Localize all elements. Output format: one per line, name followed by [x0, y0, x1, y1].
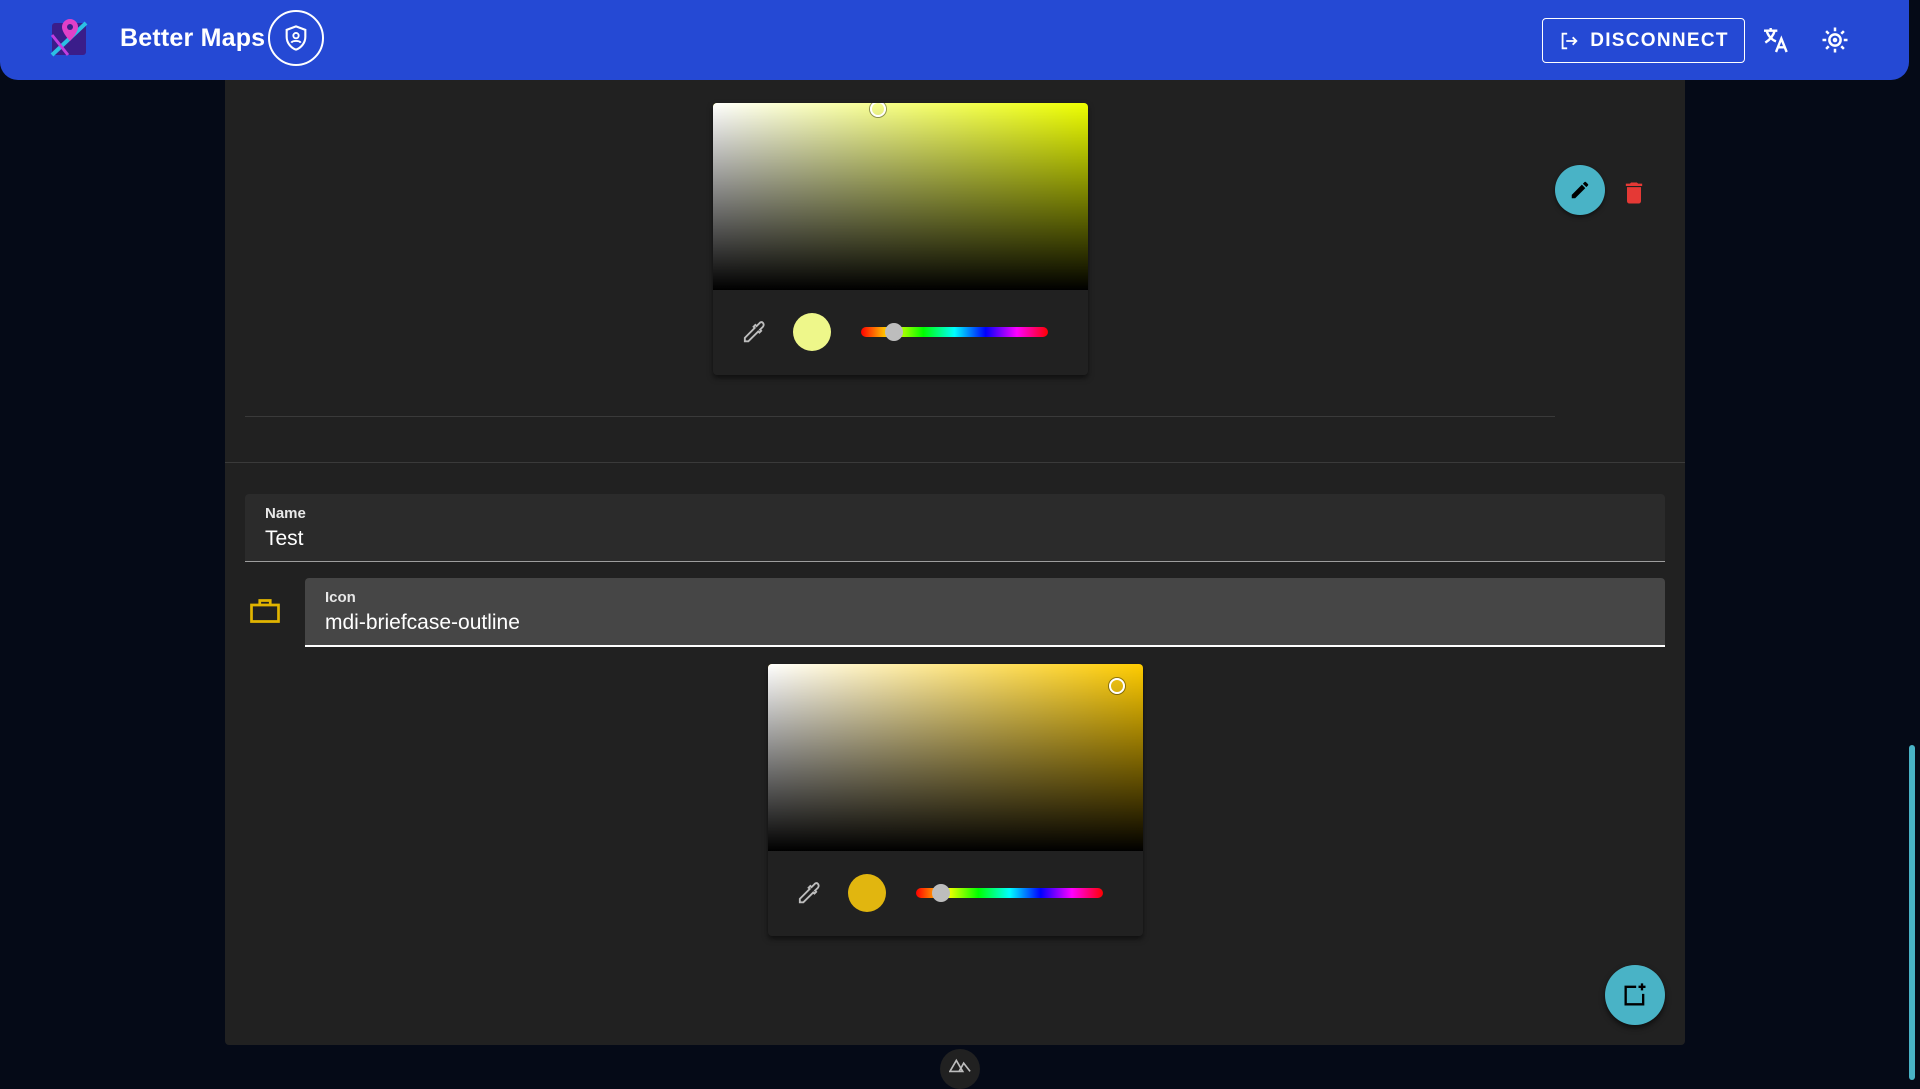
app-logo-icon[interactable]	[48, 15, 92, 59]
color-picker	[768, 664, 1143, 936]
icon-field[interactable]: Icon mdi-briefcase-outline	[305, 578, 1665, 647]
logout-icon	[1561, 32, 1578, 49]
color-swatch	[848, 874, 886, 912]
nuxt-devtools-button[interactable]	[940, 1049, 980, 1089]
disconnect-label: DISCONNECT	[1590, 29, 1729, 51]
color-swatch	[793, 313, 831, 351]
pencil-icon	[1571, 181, 1589, 199]
hue-slider-thumb[interactable]	[931, 884, 950, 902]
icon-field-value[interactable]: mdi-briefcase-outline	[325, 611, 520, 635]
color-canvas[interactable]	[713, 103, 1088, 290]
color-canvas-cursor[interactable]	[870, 103, 886, 117]
hue-slider[interactable]	[861, 323, 1048, 341]
trash-icon[interactable]	[1620, 178, 1648, 208]
app-bar: Better Maps DISCONNECT	[0, 0, 1909, 80]
color-canvas[interactable]	[768, 664, 1143, 851]
nuxt-icon	[949, 1058, 971, 1073]
hue-slider[interactable]	[916, 884, 1103, 902]
app-title: Better Maps	[120, 24, 266, 52]
name-field-value[interactable]: Test	[265, 527, 304, 551]
color-picker	[713, 103, 1088, 375]
tab-plus-icon	[1624, 983, 1646, 1006]
shield-account-button[interactable]	[268, 10, 324, 66]
eyedropper-icon[interactable]	[794, 879, 822, 907]
divider	[225, 462, 1685, 463]
add-tab-button[interactable]	[1605, 965, 1665, 1025]
brightness-icon	[1822, 27, 1848, 53]
edit-button[interactable]	[1555, 165, 1605, 215]
name-field-label: Name	[265, 505, 306, 522]
theme-toggle-button[interactable]	[1817, 22, 1853, 58]
eyedropper-icon[interactable]	[739, 318, 767, 346]
disconnect-button[interactable]: DISCONNECT	[1542, 18, 1745, 63]
translate-button[interactable]	[1758, 22, 1794, 58]
name-field[interactable]: Name Test	[245, 494, 1665, 562]
divider	[245, 416, 1555, 417]
shield-account-icon	[285, 25, 307, 51]
hue-slider-thumb[interactable]	[885, 323, 904, 341]
scrollbar[interactable]	[1909, 745, 1915, 1080]
translate-icon	[1764, 28, 1788, 53]
briefcase-outline-icon	[250, 599, 280, 623]
icon-field-label: Icon	[325, 589, 356, 606]
